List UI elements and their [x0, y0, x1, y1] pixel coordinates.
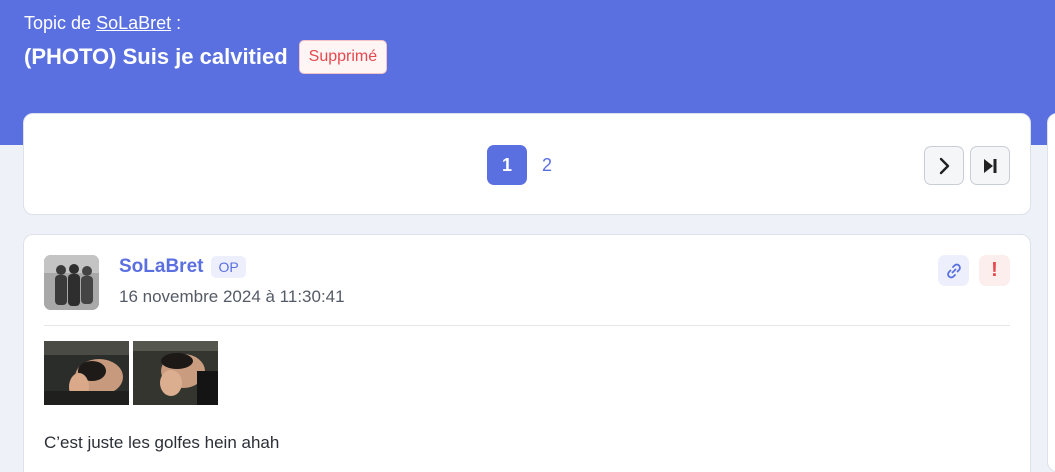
post-images [44, 341, 218, 405]
topic-suffix: : [176, 13, 182, 33]
avatar-image [44, 255, 99, 310]
chevron-right-icon [939, 157, 950, 174]
post-date: 16 novembre 2024 à 11:30:41 [119, 287, 345, 306]
page-button-2[interactable]: 2 [527, 145, 567, 185]
author-row: SoLaBret OP [119, 256, 246, 278]
last-page-button[interactable] [970, 146, 1010, 185]
deleted-badge: Supprimé [298, 40, 388, 74]
page-button-1[interactable]: 1 [487, 145, 527, 185]
avatar[interactable] [44, 255, 99, 310]
post-card: SoLaBret OP 16 novembre 2024 à 11:30:41 … [23, 234, 1031, 472]
post-actions: ! [938, 255, 1010, 286]
exclamation-icon: ! [991, 259, 998, 281]
sidebar-card [1047, 113, 1055, 472]
op-badge: OP [211, 256, 246, 278]
next-page-button[interactable] [924, 146, 964, 185]
photo-2 [133, 341, 218, 405]
photo-1 [44, 341, 129, 405]
pagination-card: 1 2 [23, 113, 1031, 215]
skip-to-end-icon [984, 158, 997, 173]
pagination: 1 2 [487, 145, 567, 185]
report-button[interactable]: ! [979, 255, 1010, 286]
topic-author-link[interactable]: SoLaBret [96, 13, 171, 33]
pagination-nav [924, 146, 1010, 185]
title-row: (PHOTO) Suis je calvitied Supprimé [24, 40, 388, 74]
post-image-thumbnail[interactable] [133, 341, 218, 405]
topic-author-line: Topic de SoLaBret : [24, 13, 181, 34]
post-author[interactable]: SoLaBret [119, 256, 203, 278]
permalink-button[interactable] [938, 255, 969, 286]
post-message: C’est juste les golfes hein ahah [44, 433, 280, 452]
post-image-thumbnail[interactable] [44, 341, 129, 405]
page-title: (PHOTO) Suis je calvitied [24, 44, 288, 69]
topic-prefix: Topic de [24, 13, 92, 33]
link-icon [946, 263, 961, 278]
post-divider [44, 325, 1010, 326]
